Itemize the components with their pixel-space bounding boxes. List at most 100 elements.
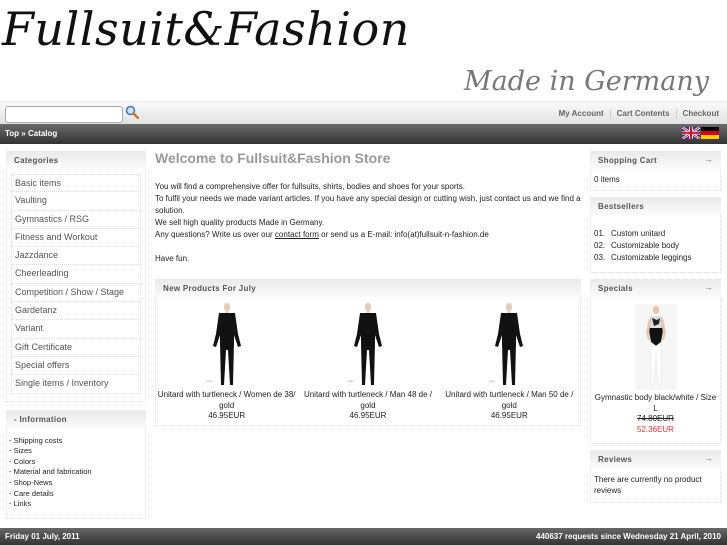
category-item[interactable]: Gift Certificate <box>11 338 141 357</box>
footer-bar: Friday 01 July, 2011 440637 requests sin… <box>0 528 727 545</box>
new-products-box: New Products For July logo Unitard with … <box>155 279 581 426</box>
intro-paragraph: To fulfil your needs we made variant art… <box>155 194 581 215</box>
information-link[interactable]: - Shop-News <box>9 478 143 489</box>
bestseller-item[interactable]: 01. Custom unitard <box>594 228 717 240</box>
svg-text:logo: logo <box>207 379 213 383</box>
product-image[interactable]: logo <box>337 302 398 389</box>
special-old-price: 74.80EUR <box>637 414 674 423</box>
category-item[interactable]: Variant <box>11 320 141 339</box>
category-item[interactable]: Special offers <box>11 356 141 376</box>
divider <box>675 109 677 119</box>
information-link[interactable]: - Shipping costs <box>9 436 143 447</box>
information-link[interactable]: - Links <box>9 499 143 510</box>
contact-text-before: Any questions? Write us over our <box>155 230 275 239</box>
shopping-cart-box: Shopping Cart → 0 items <box>590 151 721 191</box>
intro-paragraph: We sell high quality products Made in Ge… <box>155 218 325 227</box>
left-column: Categories Basic items Vaulting Gymnasti… <box>6 151 146 519</box>
category-item[interactable]: Gardetanz <box>11 302 141 321</box>
product-card[interactable]: logo Unitard with turtleneck / Man 50 de… <box>439 302 580 422</box>
bestsellers-box: Bestsellers 01. Custom unitard 02. Customi… <box>590 197 721 273</box>
information-link[interactable]: - Care details <box>9 489 143 500</box>
product-image[interactable]: logo <box>196 302 257 389</box>
product-name[interactable]: Unitard with turtleneck / Man 50 de / go… <box>439 390 580 411</box>
bestseller-item[interactable]: 03. Customizable leggings <box>594 252 717 264</box>
special-new-price: 52.36EUR <box>637 424 674 434</box>
category-item[interactable]: Gymnastics / RSG <box>11 210 141 229</box>
search-input[interactable] <box>5 106 123 123</box>
information-header: - Information <box>6 409 146 428</box>
information-link[interactable]: - Colors <box>9 457 143 468</box>
arrow-right-icon[interactable]: → <box>705 155 713 164</box>
footer-date: Friday 01 July, 2011 <box>5 532 80 541</box>
bestseller-name[interactable]: Custom unitard <box>611 229 665 238</box>
checkout-link[interactable]: Checkout <box>683 109 719 119</box>
shopping-cart-title[interactable]: Shopping Cart <box>598 156 657 165</box>
cart-summary: 0 items <box>590 169 721 191</box>
bestseller-name[interactable]: Customizable leggings <box>611 253 692 262</box>
german-flag-icon[interactable] <box>701 127 719 139</box>
category-item[interactable]: Cheerleading <box>11 265 141 284</box>
bestseller-rank: 03. <box>594 253 606 262</box>
new-products-header: New Products For July <box>155 279 581 297</box>
product-price: 46.95EUR <box>208 411 246 420</box>
bestsellers-list: 01. Custom unitard 02. Customizable body 0… <box>590 215 721 273</box>
category-item[interactable]: Competition / Show / Stage <box>11 283 141 303</box>
page-title: Welcome to Fullsuit&Fashion Store <box>155 150 391 166</box>
request-counter: 440637 requests since Wednesday 21 April… <box>536 532 721 541</box>
tagline: Made in Germany <box>464 66 709 97</box>
information-box: - Information - Shipping costs - Sizes -… <box>6 409 146 519</box>
product-image[interactable]: logo <box>479 302 540 389</box>
product-name[interactable]: Unitard with turtleneck / Man 48 de / go… <box>297 390 438 411</box>
intro-paragraph: You will find a comprehensive offer for … <box>155 182 465 191</box>
product-card[interactable]: logo Unitard with turtleneck / Man 48 de… <box>297 302 438 422</box>
information-link[interactable]: - Sizes <box>9 446 143 457</box>
category-item[interactable]: Jazzdance <box>11 247 141 266</box>
shopping-cart-header[interactable]: Shopping Cart → <box>590 151 721 169</box>
my-account-link[interactable]: My Account <box>559 109 604 119</box>
reviews-header[interactable]: Reviews → <box>590 450 721 468</box>
specials-title[interactable]: Specials <box>598 284 633 293</box>
category-item[interactable]: Basic items <box>11 174 141 193</box>
account-links: My Account Cart Contents Checkout <box>559 109 719 119</box>
special-product-name[interactable]: Gymnastic body black/white / Size L <box>593 393 718 414</box>
bestseller-rank: 01. <box>594 229 606 238</box>
product-price: 46.95EUR <box>490 411 528 420</box>
svg-text:logo: logo <box>489 379 495 383</box>
uk-flag-icon[interactable] <box>682 127 700 139</box>
right-column: Shopping Cart → 0 items Bestsellers 01. C… <box>590 151 721 509</box>
intro-text: You will find a comprehensive offer for … <box>155 181 581 265</box>
main-content: Welcome to Fullsuit&Fashion Store You wi… <box>155 150 581 426</box>
arrow-right-icon[interactable]: → <box>705 283 713 292</box>
special-product[interactable]: Gymnastic body black/white / Size L 74.8… <box>590 297 721 444</box>
arrow-right-icon[interactable]: → <box>705 454 713 463</box>
svg-text:logo: logo <box>348 379 354 383</box>
site-logo[interactable]: Fullsuit&Fashion <box>2 6 410 52</box>
category-item[interactable]: Fitness and Workout <box>11 228 141 248</box>
specials-header[interactable]: Specials → <box>590 279 721 297</box>
contact-form-link[interactable]: contact form <box>275 230 319 239</box>
product-name[interactable]: Unitard with turtleneck / Women de 38/ g… <box>156 390 297 411</box>
breadcrumb-bar: Top » Catalog <box>0 124 727 144</box>
cart-contents-link[interactable]: Cart Contents <box>617 109 670 119</box>
categories-header: Categories <box>6 151 146 169</box>
product-card[interactable]: logo Unitard with turtleneck / Women de … <box>156 302 297 422</box>
product-price: 46.95EUR <box>349 411 387 420</box>
language-selector <box>682 127 719 139</box>
divider <box>609 109 611 119</box>
special-product-image[interactable] <box>634 304 677 390</box>
closing-text: Have fun. <box>155 254 190 263</box>
search-icon[interactable] <box>125 105 139 119</box>
breadcrumb[interactable]: Top » Catalog <box>5 129 57 138</box>
reviews-text: There are currently no product reviews <box>590 468 721 503</box>
reviews-box: Reviews → There are currently no product… <box>590 450 721 503</box>
category-item[interactable]: Vaulting <box>11 192 141 211</box>
reviews-title[interactable]: Reviews <box>598 455 632 464</box>
information-link[interactable]: - Material and fabrication <box>9 467 143 478</box>
bestseller-name[interactable]: Customizable body <box>611 241 679 250</box>
specials-box: Specials → Gymnastic body black/white / … <box>590 279 721 444</box>
bestseller-item[interactable]: 02. Customizable body <box>594 240 717 252</box>
top-bar: My Account Cart Contents Checkout <box>0 101 727 124</box>
category-item[interactable]: Single items / Inventory <box>11 375 141 394</box>
product-grid: logo Unitard with turtleneck / Women de … <box>155 297 581 426</box>
